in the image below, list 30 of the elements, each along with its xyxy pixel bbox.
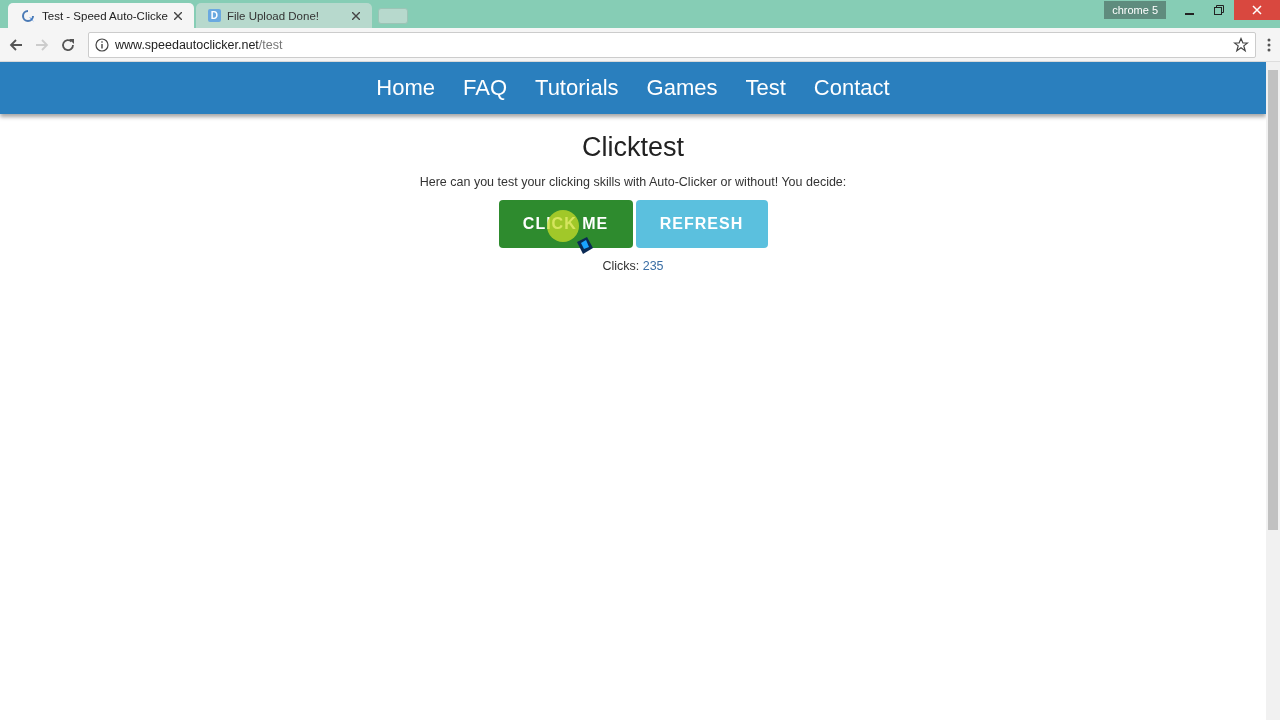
nav-link[interactable]: Contact — [813, 75, 890, 101]
minimize-icon — [1184, 13, 1194, 15]
nav-link[interactable]: Home — [376, 75, 435, 101]
scrollbar-thumb[interactable] — [1268, 70, 1278, 530]
star-icon[interactable] — [1233, 36, 1249, 53]
scrollbar[interactable] — [1266, 62, 1280, 720]
loading-icon — [20, 7, 36, 24]
reload-icon[interactable] — [60, 36, 76, 53]
page-heading: Clicktest — [582, 132, 684, 163]
cursor-icon — [574, 236, 595, 256]
close-icon — [1252, 5, 1262, 15]
nav-link[interactable]: FAQ — [463, 75, 507, 101]
browser-tab[interactable]: D File Upload Done! — [195, 3, 372, 28]
nav-link[interactable]: Tutorials — [535, 75, 619, 101]
back-icon[interactable] — [8, 36, 24, 53]
window-label: chrome 5 — [1104, 1, 1166, 19]
clicks-count: 235 — [642, 259, 664, 273]
intro-text: Here can you test your clicking skills with Auto-Clicker or without! You decide: — [419, 175, 847, 189]
nav-link[interactable]: Games — [646, 75, 718, 101]
restore-icon — [1214, 5, 1224, 15]
info-icon — [95, 37, 109, 52]
address-bar[interactable]: www.speedautoclicker.net/test — [88, 31, 1256, 58]
close-tab-icon[interactable] — [351, 11, 360, 20]
clicks-label: Clicks: — [602, 259, 640, 273]
browser-tab[interactable]: Test - Speed Auto-Clicke — [8, 3, 194, 28]
favicon-icon: D — [207, 9, 221, 22]
close-tab-icon[interactable] — [173, 11, 182, 20]
menu-icon[interactable] — [1266, 36, 1272, 53]
url-text: www.speedautoclicker.net/test — [115, 37, 283, 52]
nav-link[interactable]: Test — [745, 75, 786, 101]
